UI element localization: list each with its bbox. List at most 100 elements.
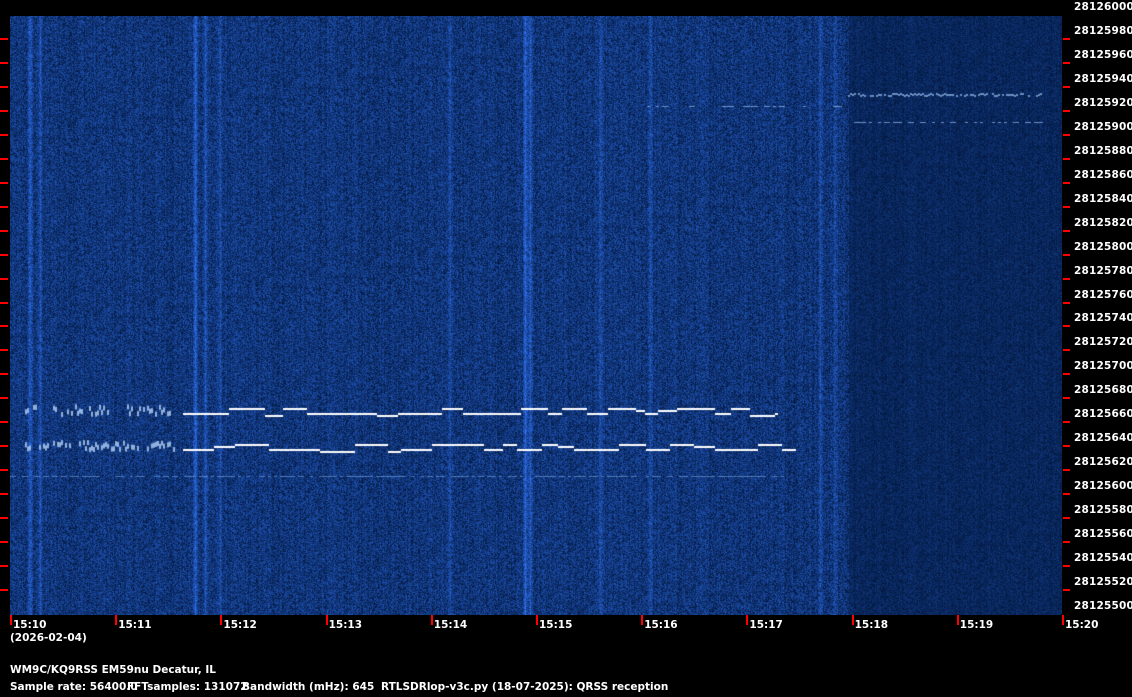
time-tick <box>430 615 433 625</box>
frequency-tick <box>1063 421 1070 424</box>
frequency-tick <box>0 325 8 328</box>
frequency-tick-label: 28125760 <box>1074 288 1132 301</box>
frequency-tick <box>0 277 8 280</box>
frequency-tick <box>1063 397 1070 400</box>
frequency-tick <box>0 565 8 568</box>
frequency-tick <box>1063 85 1070 88</box>
frequency-tick-label: 28125560 <box>1074 528 1132 541</box>
frequency-tick <box>1063 277 1070 280</box>
frequency-tick-label: 28125900 <box>1074 120 1132 133</box>
frequency-tick <box>1063 325 1070 328</box>
frequency-tick <box>0 229 8 232</box>
frequency-tick <box>0 541 8 544</box>
frequency-tick-label: 28125940 <box>1074 72 1132 85</box>
frequency-tick-label: 28125720 <box>1074 336 1132 349</box>
frequency-tick <box>1063 181 1070 184</box>
frequency-tick-label: 28125740 <box>1074 312 1132 325</box>
frequency-tick <box>0 589 8 592</box>
time-tick-label: 15:17 <box>749 619 783 631</box>
time-tick <box>1062 615 1064 625</box>
time-tick-label: 15:10 <box>13 619 47 631</box>
frequency-tick-label: 28125880 <box>1074 144 1132 157</box>
spectrogram-waterfall <box>10 16 1062 615</box>
frequency-tick <box>0 109 8 112</box>
bandwidth-label: Bandwidth (mHz): 645 <box>242 681 375 693</box>
frequency-tick-label: 28125800 <box>1074 240 1132 253</box>
frequency-tick-label: 28125600 <box>1074 480 1132 493</box>
frequency-tick <box>1063 229 1070 232</box>
frequency-tick <box>0 445 8 448</box>
frequency-tick <box>0 205 8 208</box>
time-tick-label: 15:20 <box>1065 619 1099 631</box>
date-label: (2026-02-04) <box>10 632 87 644</box>
frequency-tick <box>1063 109 1070 112</box>
frequency-tick <box>1063 373 1070 376</box>
frequency-tick <box>0 517 8 520</box>
frequency-tick <box>0 37 8 40</box>
frequency-tick-label: 28125960 <box>1074 48 1132 61</box>
frequency-tick <box>1063 157 1070 160</box>
station-label: WM9C/KQ9RSS EM59nu Decatur, IL <box>10 664 216 676</box>
frequency-tick-label: 28125920 <box>1074 96 1132 109</box>
time-tick <box>115 615 118 625</box>
fft-samples-label: FFTsamples: 131072 <box>127 681 248 693</box>
time-tick <box>851 615 854 625</box>
time-tick-label: 15:11 <box>118 619 152 631</box>
time-tick-label: 15:16 <box>644 619 678 631</box>
time-tick <box>536 615 538 625</box>
frequency-tick-label: 28125860 <box>1074 168 1132 181</box>
time-tick <box>746 615 749 625</box>
frequency-tick-label: 28125840 <box>1074 192 1132 205</box>
time-tick <box>956 615 959 625</box>
time-tick <box>641 615 644 625</box>
frequency-tick <box>0 181 8 184</box>
frequency-tick <box>1063 517 1070 520</box>
frequency-tick <box>1063 493 1070 496</box>
frequency-tick <box>1063 565 1070 568</box>
frequency-tick <box>1063 589 1070 592</box>
frequency-tick-label: 28125820 <box>1074 216 1132 229</box>
frequency-tick <box>1063 133 1070 136</box>
frequency-tick <box>0 301 8 304</box>
time-tick <box>220 615 223 625</box>
frequency-tick-label: 28125500 <box>1074 600 1132 612</box>
frequency-tick <box>1063 469 1070 472</box>
frequency-tick <box>0 373 8 376</box>
frequency-tick <box>1063 37 1070 40</box>
frequency-tick-label: 28125660 <box>1074 408 1132 421</box>
frequency-tick <box>1063 445 1070 448</box>
time-tick-label: 15:15 <box>539 619 573 631</box>
frequency-tick <box>0 349 8 352</box>
frequency-tick-label: 28125980 <box>1074 24 1132 37</box>
frequency-tick <box>1063 253 1070 256</box>
time-tick <box>10 615 12 625</box>
sample-rate-label: Sample rate: 56400.0 <box>10 681 138 693</box>
time-tick-label: 15:13 <box>328 619 363 631</box>
frequency-tick-label: 28125520 <box>1074 576 1132 589</box>
frequency-tick-label: 28125580 <box>1074 504 1132 517</box>
frequency-tick <box>0 157 8 160</box>
time-tick <box>325 615 328 625</box>
frequency-tick <box>0 493 8 496</box>
frequency-tick <box>1063 301 1070 304</box>
frequency-tick-label: 28125540 <box>1074 552 1132 565</box>
frequency-tick <box>0 61 8 64</box>
frequency-tick <box>1063 541 1070 544</box>
time-tick-label: 15:12 <box>223 619 257 631</box>
frequency-tick-label: 28125780 <box>1074 264 1132 277</box>
time-tick-label: 15:19 <box>959 619 994 631</box>
frequency-tick <box>0 469 8 472</box>
time-tick-label: 15:18 <box>854 619 889 631</box>
time-tick-label: 15:14 <box>433 619 468 631</box>
software-label: RTLSDRlop-v3c.py (18-07-2025): QRSS rece… <box>381 681 669 693</box>
frequency-tick <box>1063 61 1070 64</box>
frequency-tick-label: 28125700 <box>1074 360 1132 373</box>
frequency-tick-label: 28125640 <box>1074 432 1132 445</box>
frequency-tick <box>0 253 8 256</box>
frequency-tick-label: 28125620 <box>1074 456 1132 469</box>
frequency-tick-label: 28126000 <box>1074 1 1132 13</box>
frequency-tick-label: 28125680 <box>1074 384 1132 397</box>
frequency-tick <box>0 397 8 400</box>
frequency-tick <box>1063 349 1070 352</box>
frequency-tick <box>1063 205 1070 208</box>
